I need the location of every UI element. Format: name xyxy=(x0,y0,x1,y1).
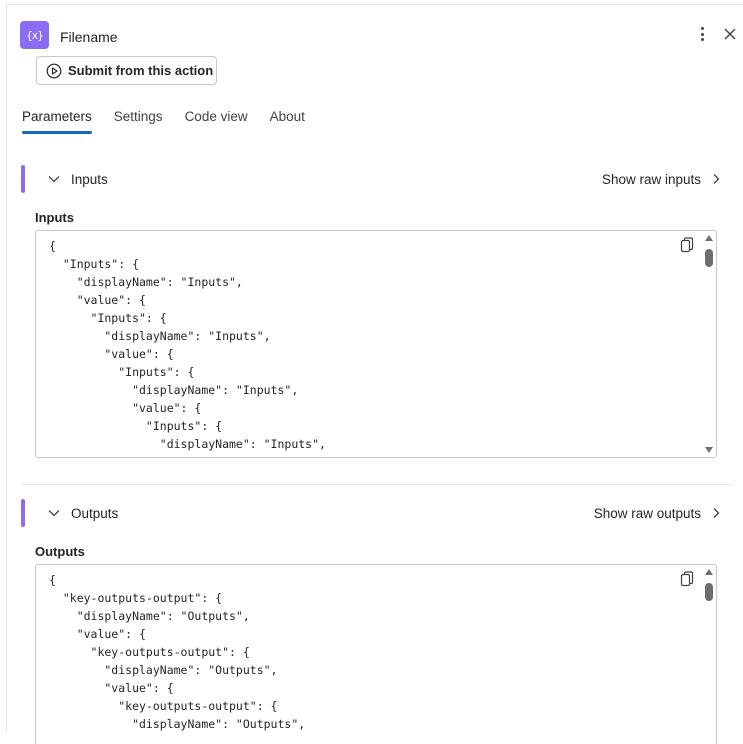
chevron-down-icon[interactable] xyxy=(47,506,61,520)
tab-parameters[interactable]: Parameters xyxy=(22,109,92,134)
chevron-right-icon xyxy=(713,508,720,518)
scroll-up-arrow-icon[interactable] xyxy=(705,235,713,241)
chevron-down-icon[interactable] xyxy=(47,172,61,186)
section-divider xyxy=(21,484,732,485)
scroll-thumb[interactable] xyxy=(705,583,713,601)
panel-title: Filename xyxy=(60,29,118,45)
submit-button-label: Submit from this action xyxy=(68,63,214,78)
outputs-section-header: Outputs Show raw outputs xyxy=(21,499,721,527)
tab-code-view[interactable]: Code view xyxy=(185,109,248,133)
outputs-scrollbar[interactable] xyxy=(704,569,714,609)
inputs-section-header: Inputs Show raw inputs xyxy=(21,165,721,193)
tab-settings[interactable]: Settings xyxy=(114,109,163,133)
more-options-icon[interactable] xyxy=(695,25,709,43)
inputs-code-box[interactable]: { "Inputs": { "displayName": "Inputs", "… xyxy=(35,230,717,458)
close-icon[interactable] xyxy=(723,27,737,41)
outputs-section-title[interactable]: Outputs xyxy=(71,506,118,521)
play-circle-icon xyxy=(46,63,62,78)
inputs-field-label: Inputs xyxy=(35,210,74,225)
outputs-field-label: Outputs xyxy=(35,544,85,559)
action-details-panel: {x} Filename Submit from this action Par… xyxy=(6,4,743,744)
scroll-thumb[interactable] xyxy=(705,249,713,267)
tab-bar: Parameters Settings Code view About xyxy=(22,109,305,134)
variable-icon: {x} xyxy=(20,21,49,49)
chevron-right-icon xyxy=(713,174,720,184)
section-accent-bar xyxy=(21,499,25,527)
submit-from-action-button[interactable]: Submit from this action xyxy=(36,56,217,85)
inputs-scrollbar[interactable] xyxy=(704,235,714,453)
inputs-section-title[interactable]: Inputs xyxy=(71,172,108,187)
outputs-code: { "key-outputs-output": { "displayName":… xyxy=(49,573,306,731)
section-accent-bar xyxy=(21,165,25,193)
show-raw-outputs-label: Show raw outputs xyxy=(593,505,701,521)
show-raw-inputs-link[interactable]: Show raw inputs xyxy=(602,172,721,187)
inputs-code: { "Inputs": { "displayName": "Inputs", "… xyxy=(49,239,326,451)
scroll-down-arrow-icon[interactable] xyxy=(705,447,713,453)
tab-about[interactable]: About xyxy=(270,109,305,133)
show-raw-inputs-label: Show raw inputs xyxy=(601,171,701,187)
show-raw-outputs-link[interactable]: Show raw outputs xyxy=(594,506,721,521)
scroll-up-arrow-icon[interactable] xyxy=(705,569,713,575)
outputs-code-box[interactable]: { "key-outputs-output": { "displayName":… xyxy=(35,564,717,744)
copy-icon[interactable] xyxy=(680,571,694,587)
copy-icon[interactable] xyxy=(680,237,694,253)
